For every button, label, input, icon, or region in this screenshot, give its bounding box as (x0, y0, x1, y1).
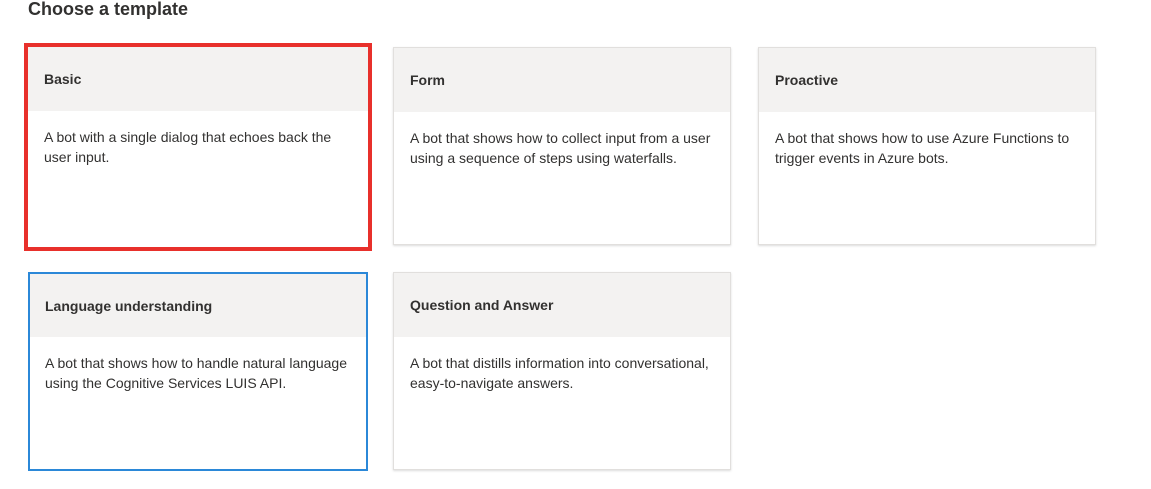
template-card-description: A bot that distills information into con… (410, 355, 709, 391)
template-card-title: Form (394, 48, 730, 112)
template-card-question-and-answer[interactable]: Question and Answer A bot that distills … (393, 272, 731, 470)
template-card-proactive[interactable]: Proactive A bot that shows how to use Az… (758, 47, 1096, 245)
template-card-description: A bot with a single dialog that echoes b… (44, 129, 332, 165)
template-card-title: Question and Answer (394, 273, 730, 337)
template-card-description: A bot that shows how to collect input fr… (410, 130, 711, 166)
template-card-basic[interactable]: Basic A bot with a single dialog that ec… (24, 43, 372, 251)
template-card-title: Language understanding (30, 274, 366, 337)
template-card-description: A bot that shows how to use Azure Functi… (775, 130, 1070, 166)
page-title: Choose a template (28, 0, 189, 19)
template-card-form[interactable]: Form A bot that shows how to collect inp… (393, 47, 731, 245)
template-card-title: Basic (28, 47, 368, 111)
template-card-description: A bot that shows how to handle natural l… (45, 355, 347, 391)
template-card-title: Proactive (759, 48, 1095, 112)
template-card-language-understanding[interactable]: Language understanding A bot that shows … (28, 272, 368, 471)
